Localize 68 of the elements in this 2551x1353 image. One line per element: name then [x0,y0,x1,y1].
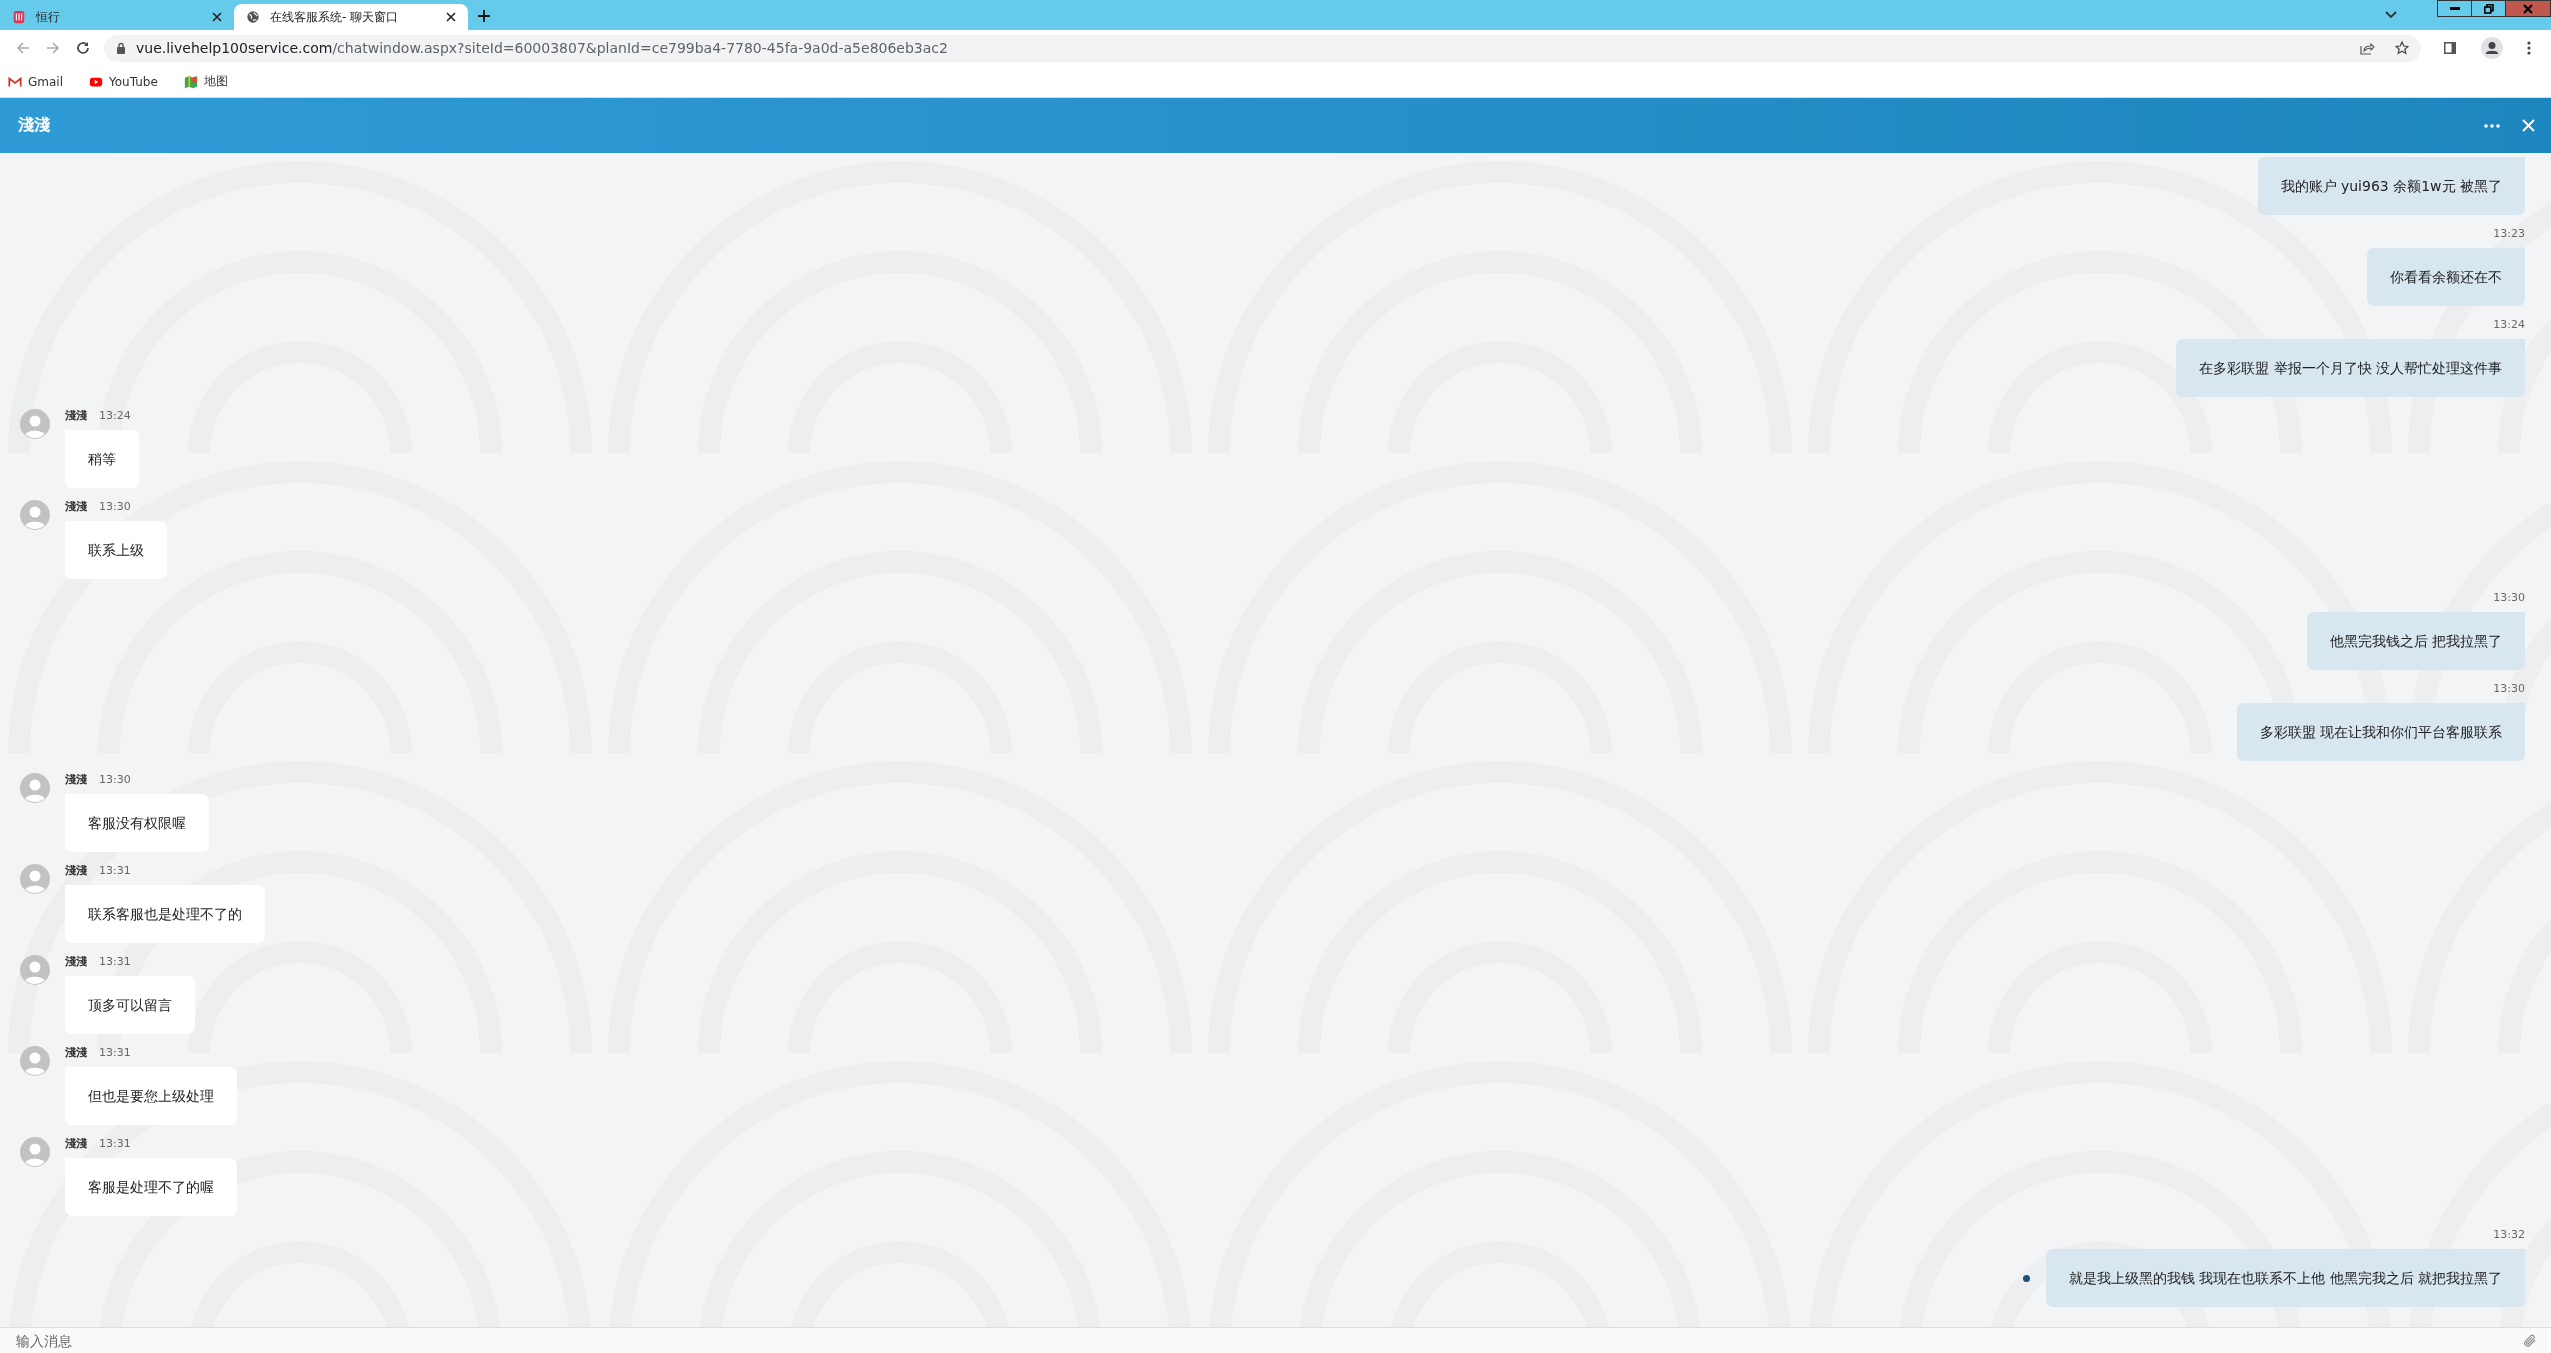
message-time: 13:31 [99,1046,131,1060]
message-time: 13:31 [99,1137,131,1151]
sender-name: 淺淺 [65,1046,87,1060]
side-panel-icon[interactable] [2443,41,2457,55]
message-time: 13:24 [99,409,131,423]
sender-name: 淺淺 [65,864,87,878]
chevron-down-icon[interactable] [2385,11,2397,19]
message-time: 13:23 [2493,227,2525,241]
plus-icon[interactable] [478,10,490,22]
message-bubble: 联系客服也是处理不了的 [65,885,265,943]
restore-icon [2483,3,2494,14]
sender-name: 淺淺 [65,955,87,969]
message-bubble: 稍等 [65,430,139,488]
bookmark[interactable]: Gmail [4,71,67,92]
mail-icon [8,74,22,89]
close-icon[interactable] [212,12,222,22]
message-time: 13:30 [99,500,131,514]
message-bubble: 客服是处理不了的喔 [65,1158,237,1216]
bookmark[interactable]: 地图 [179,70,232,93]
message-bubble: 在多彩联盟 举报一个月了快 没人帮忙处理这件事 [2176,339,2525,397]
sender-name: 淺淺 [65,773,87,787]
browser-tab[interactable]: 恒行 [0,4,234,30]
sender-name: 淺淺 [65,1137,87,1151]
avatar-icon [20,1046,50,1076]
message-time: 13:31 [99,864,131,878]
close-icon[interactable] [446,12,456,22]
message-time: 13:30 [99,773,131,787]
more-icon[interactable] [2484,123,2500,128]
message-bubble: 顶多可以留言 [65,976,195,1034]
message-bubble: 我的账户 yui963 余额1w元 被黑了 [2257,157,2525,215]
sender-name: 淺淺 [65,500,87,514]
paperclip-icon[interactable] [2523,1334,2537,1348]
map-pin-icon [183,74,198,89]
reload-icon[interactable] [76,41,90,55]
message-bubble: 联系上级 [65,521,167,579]
globe-icon [246,10,260,24]
message-bubble: 但也是要您上级处理 [65,1067,237,1125]
avatar-icon [20,409,50,439]
message-time: 13:31 [99,955,131,969]
address-bar[interactable]: vue.livehelp100service.com/chatwindow.aspx?siteId=60003807&planId=ce799ba4-7780-45fa-9a0d-a5e806eb3ac2 [104,34,2421,62]
menu-icon[interactable] [2527,41,2531,55]
message-time: 13:30 [2493,591,2525,605]
browser-tab[interactable]: 在线客服系统- 聊天窗口 [234,4,468,30]
close-button[interactable] [2505,1,2550,16]
minimize-icon [2449,7,2460,10]
chat-title: 淺淺 [18,115,50,136]
avatar-icon [20,1137,50,1167]
message-time: 13:24 [2493,318,2525,332]
message-time: 13:32 [2493,1228,2525,1242]
avatar-icon [20,773,50,803]
message-bubble: 客服没有权限喔 [65,794,209,852]
lock-icon [116,42,126,54]
sender-name: 淺淺 [65,409,87,423]
avatar-icon [20,864,50,894]
close-icon [2523,3,2533,14]
message-bubble: 你看看余额还在不 [2367,248,2525,306]
message-time: 13:30 [2493,682,2525,696]
avatar-icon[interactable] [2481,37,2503,59]
message-input[interactable]: 输入消息 [0,1327,2551,1353]
star-icon[interactable] [2395,41,2409,55]
avatar-icon [20,500,50,530]
message-bubble: 他黑完我钱之后 把我拉黑了 [2306,612,2525,670]
share-icon[interactable] [2360,41,2375,55]
message-bubble: 就是我上级黑的我钱 我现在也联系不上他 他黑完我之后 就把我拉黑了 [2045,1249,2525,1307]
logo-icon [12,10,26,24]
message-bubble: 多彩联盟 现在让我和你们平台客服联系 [2236,703,2525,761]
avatar-icon [20,955,50,985]
bookmark[interactable]: YouTube [85,71,162,92]
